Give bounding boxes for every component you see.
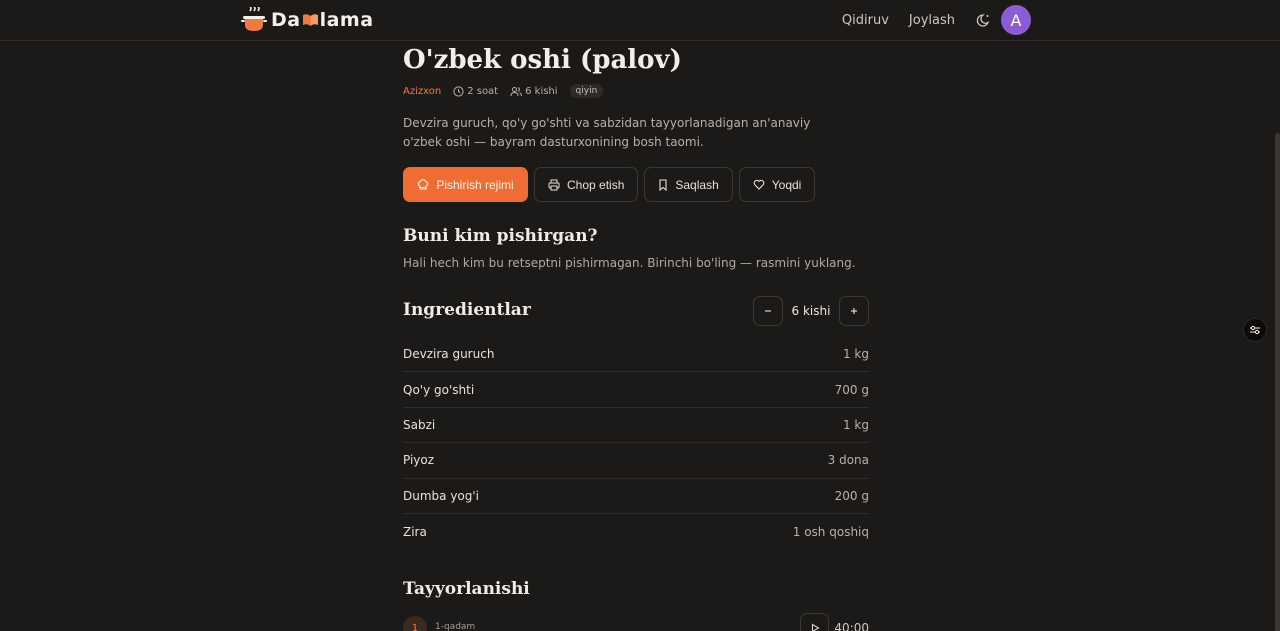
- scrollbar-thumb[interactable]: [1275, 133, 1280, 631]
- ingredient-row: Dumba yog'i 200 g: [403, 479, 869, 514]
- book-icon: [302, 14, 318, 26]
- cooked-text: Hali hech kim bu retseptni pishirmagan. …: [403, 256, 856, 270]
- nav-search-link[interactable]: Qidiruv: [842, 13, 889, 28]
- time-value: 2 soat: [467, 85, 499, 97]
- minus-icon: [765, 310, 771, 312]
- ingredient-name: Dumba yog'i: [403, 488, 480, 503]
- plus-icon: [851, 308, 857, 314]
- chef-hat-icon: [418, 178, 429, 190]
- ingredient-qty: 1 kg: [842, 347, 869, 362]
- servings-stepper: 6 kishi: [753, 296, 869, 326]
- time-meta: 2 soat: [453, 86, 498, 97]
- ingredients-title: Ingredientlar: [403, 300, 531, 320]
- cook-mode-label: Pishirish rejimi: [436, 177, 514, 192]
- nav-post-link[interactable]: Joylash: [909, 13, 955, 28]
- cooking-pot-icon: [241, 7, 267, 31]
- printer-icon: [548, 179, 560, 190]
- steps-title: Tayyorlanishi: [403, 579, 530, 599]
- top-header: Da lama Qidiruv Joylash A: [0, 0, 1280, 41]
- author-link[interactable]: Azizxon: [403, 86, 441, 97]
- heart-icon: [753, 179, 765, 190]
- user-avatar[interactable]: A: [1001, 5, 1031, 35]
- users-icon: [510, 86, 523, 96]
- sliders-icon: [1250, 325, 1260, 335]
- ingredient-row: Qo'y go'shti 700 g: [403, 372, 869, 408]
- ingredient-name: Zira: [403, 524, 427, 539]
- top-nav: Qidiruv Joylash A: [822, 5, 1031, 35]
- ingredient-row: Sabzi 1 kg: [403, 408, 869, 444]
- logo-text-start: Da: [271, 9, 301, 31]
- logo[interactable]: Da lama: [240, 7, 374, 33]
- print-label: Chop etish: [567, 177, 625, 192]
- bookmark-icon: [659, 178, 667, 191]
- floating-settings-button[interactable]: [1243, 318, 1267, 342]
- ingredient-qty: 700 g: [834, 382, 869, 397]
- print-button[interactable]: Chop etish: [534, 167, 639, 202]
- ingredient-name: Sabzi: [403, 417, 436, 432]
- ingredient-qty: 200 g: [834, 488, 869, 503]
- servings-meta: 6 kishi: [510, 85, 558, 97]
- ingredient-row: Piyoz 3 dona: [403, 443, 869, 479]
- theme-toggle[interactable]: [975, 12, 991, 28]
- step-number: 1: [403, 616, 427, 631]
- save-label: Saqlash: [675, 177, 719, 192]
- logo-text-end: ama: [326, 9, 374, 31]
- play-icon: [811, 623, 820, 631]
- ingredient-row: Devzira guruch 1 kg: [403, 337, 869, 373]
- ingredient-name: Devzira guruch: [403, 347, 495, 362]
- ingredient-name: Piyoz: [403, 453, 435, 468]
- ingredient-qty: 3 dona: [827, 453, 869, 468]
- ingredient-qty: 1 kg: [842, 417, 869, 432]
- servings-count: 6 kishi: [791, 304, 831, 318]
- recipe-title: O'zbek oshi (palov): [403, 45, 682, 75]
- save-button[interactable]: Saqlash: [644, 167, 733, 202]
- difficulty-badge: qiyin: [569, 84, 604, 98]
- step-label: 1-qadam: [435, 622, 476, 631]
- logo-letter-l: l: [319, 9, 327, 31]
- recipe-description: Devzira guruch, qo'y go'shti va sabzidan…: [403, 116, 811, 149]
- logo-text: Da lama: [271, 9, 374, 31]
- recipe-meta: Azizxon 2 soat 6 kishi qiyin: [403, 84, 604, 98]
- ingredient-list: Devzira guruch 1 kg Qo'y go'shti 700 g S…: [403, 337, 869, 549]
- like-button[interactable]: Yoqdi: [738, 167, 816, 202]
- like-label: Yoqdi: [771, 177, 802, 192]
- start-timer-button[interactable]: [800, 613, 829, 631]
- moon-sun-icon: [976, 13, 990, 27]
- clock-icon: [453, 85, 464, 97]
- decrease-servings-button[interactable]: [753, 296, 783, 326]
- ingredient-row: Zira 1 osh qoshiq: [403, 514, 869, 549]
- ingredient-qty: 1 osh qoshiq: [792, 524, 869, 539]
- increase-servings-button[interactable]: [839, 296, 869, 326]
- step-item: 1 1-qadam 40:00: [403, 613, 869, 631]
- servings-value: 6 kishi: [525, 85, 558, 97]
- ingredient-name: Qo'y go'shti: [403, 382, 475, 397]
- cooked-title: Buni kim pishirgan?: [403, 226, 598, 246]
- cook-mode-button[interactable]: Pishirish rejimi: [403, 167, 528, 202]
- recipe-actions: Pishirish rejimi Chop etish Saqlash Yoqd…: [403, 167, 821, 202]
- timer-value: 40:00: [834, 621, 869, 631]
